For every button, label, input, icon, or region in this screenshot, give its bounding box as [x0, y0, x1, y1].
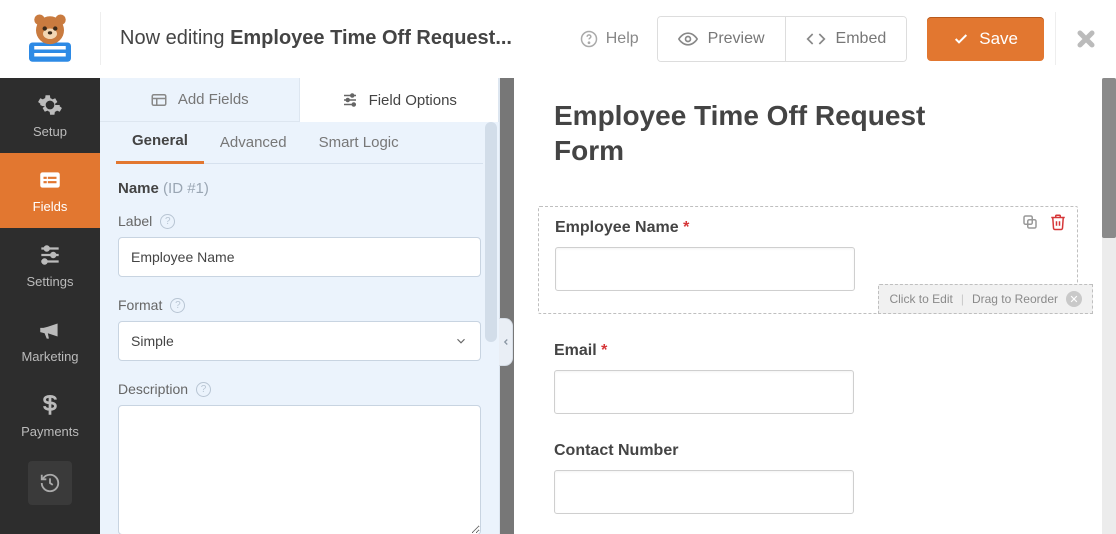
description-title: Description ?	[118, 381, 481, 397]
sidebar-label: Fields	[33, 199, 68, 214]
duplicate-icon[interactable]	[1021, 213, 1039, 231]
header-divider	[100, 12, 101, 65]
tab-add-fields[interactable]: Add Fields	[100, 78, 299, 122]
panel-scrollbar[interactable]	[485, 122, 497, 342]
page-scrollbar-thumb[interactable]	[1102, 78, 1116, 238]
main-sidebar: Setup Fields Settings Marketing	[0, 78, 100, 534]
close-button[interactable]	[1056, 27, 1116, 51]
format-selected: Simple	[131, 333, 174, 349]
page-title: Now editing Employee Time Off Request...	[100, 27, 562, 50]
trash-icon[interactable]	[1049, 213, 1067, 231]
help-label: Help	[606, 30, 639, 48]
field-options-panel: Add Fields Field Options General Advance…	[100, 78, 500, 534]
form-field-email[interactable]: Email *	[554, 342, 1062, 414]
form-title: Employee Time Off Request Form	[554, 98, 954, 168]
chevron-down-icon	[454, 334, 468, 348]
preview-button[interactable]: Preview	[658, 17, 785, 61]
layout-icon	[150, 91, 168, 109]
field-input[interactable]	[554, 470, 854, 514]
help-tooltip-icon[interactable]: ?	[160, 214, 175, 229]
code-icon	[806, 29, 826, 49]
help-link[interactable]: Help	[562, 30, 657, 48]
required-marker: *	[683, 219, 689, 236]
sidebar-label: Setup	[33, 124, 67, 139]
edit-hint: Click to Edit | Drag to Reorder ✕	[878, 284, 1093, 314]
preview-label: Preview	[708, 30, 765, 48]
field-label: Contact Number	[554, 442, 1062, 460]
tab-field-options[interactable]: Field Options	[299, 78, 500, 122]
sidebar-item-marketing[interactable]: Marketing	[0, 303, 100, 378]
tab-label: Add Fields	[178, 91, 249, 108]
dollar-icon	[37, 392, 63, 418]
embed-button[interactable]: Embed	[785, 17, 907, 61]
panel-collapse-handle[interactable]	[499, 318, 513, 366]
eye-icon	[678, 29, 698, 49]
sidebar-item-fields[interactable]: Fields	[0, 153, 100, 228]
check-icon	[953, 31, 969, 47]
sidebar-label: Marketing	[21, 349, 78, 364]
form-field-employee-name[interactable]: Employee Name * Click to Edit | Drag to …	[538, 206, 1078, 314]
form-field-contact-number[interactable]: Contact Number	[554, 442, 1062, 514]
gear-icon	[37, 92, 63, 118]
app-logo	[0, 0, 100, 78]
header-divider	[1055, 12, 1056, 65]
field-section-title: Name (ID #1)	[118, 180, 481, 197]
save-button[interactable]: Save	[927, 17, 1044, 61]
editing-prefix: Now editing	[120, 27, 230, 49]
field-type-name: Name	[118, 180, 159, 197]
format-select[interactable]: Simple	[118, 321, 481, 361]
help-icon	[580, 30, 598, 48]
field-input[interactable]	[555, 247, 855, 291]
field-id-note: (ID #1)	[163, 180, 209, 197]
bullhorn-icon	[37, 317, 63, 343]
required-marker: *	[601, 342, 607, 359]
field-input[interactable]	[554, 370, 854, 414]
description-input[interactable]	[118, 405, 481, 534]
save-label: Save	[979, 29, 1018, 49]
history-icon	[39, 472, 61, 494]
help-tooltip-icon[interactable]: ?	[170, 298, 185, 313]
label-input[interactable]	[118, 237, 481, 277]
sidebar-label: Settings	[27, 274, 74, 289]
editing-form-name: Employee Time Off Request...	[230, 27, 512, 49]
chevron-left-icon	[501, 337, 511, 347]
form-preview: Employee Time Off Request Form Employee …	[514, 78, 1102, 534]
field-label: Email *	[554, 342, 1062, 360]
tab-label: Field Options	[369, 92, 457, 109]
sidebar-item-history[interactable]	[28, 461, 72, 505]
label-title: Label ?	[118, 213, 481, 229]
sidebar-item-setup[interactable]: Setup	[0, 78, 100, 153]
form-icon	[37, 167, 63, 193]
subtab-advanced[interactable]: Advanced	[204, 124, 303, 163]
help-tooltip-icon[interactable]: ?	[196, 382, 211, 397]
close-hint-icon[interactable]: ✕	[1066, 291, 1082, 307]
sliders-icon	[341, 91, 359, 109]
format-title: Format ?	[118, 297, 481, 313]
close-icon	[1074, 27, 1098, 51]
subtab-general[interactable]: General	[116, 122, 204, 164]
field-label: Employee Name *	[555, 219, 1061, 237]
sidebar-item-payments[interactable]: Payments	[0, 378, 100, 453]
sidebar-label: Payments	[21, 424, 79, 439]
sidebar-item-settings[interactable]: Settings	[0, 228, 100, 303]
subtab-smart-logic[interactable]: Smart Logic	[303, 124, 415, 163]
sliders-icon	[37, 242, 63, 268]
embed-label: Embed	[836, 30, 887, 48]
